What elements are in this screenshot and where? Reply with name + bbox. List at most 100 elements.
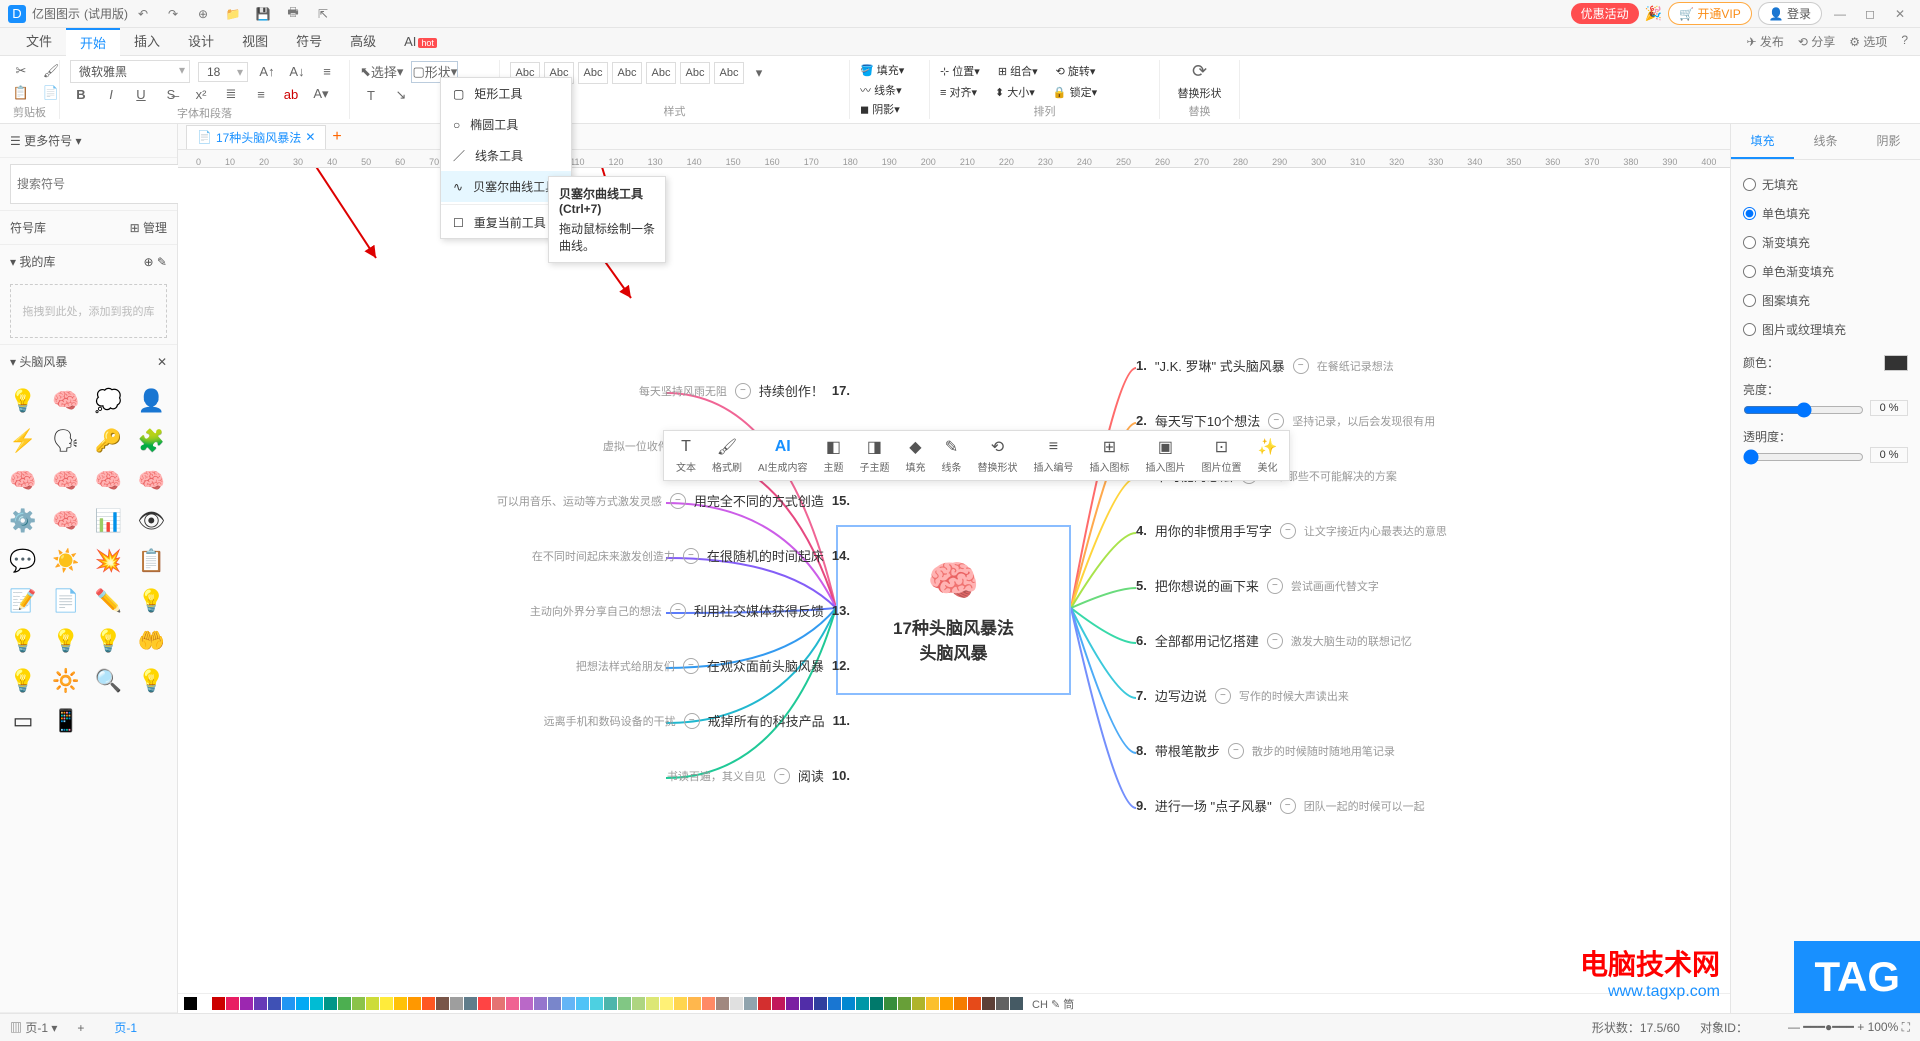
- rp-tab-阴影[interactable]: 阴影: [1857, 124, 1920, 159]
- color-swatch[interactable]: [254, 997, 267, 1010]
- float-插入编号[interactable]: ≡插入编号: [1025, 435, 1081, 476]
- menu-right-item[interactable]: ?: [1901, 33, 1908, 50]
- shape-item[interactable]: 🧩: [134, 424, 168, 458]
- color-swatch[interactable]: [884, 997, 897, 1010]
- promo-pill[interactable]: 优惠活动: [1571, 3, 1639, 24]
- font-shrink-icon[interactable]: A↓: [286, 61, 308, 83]
- color-swatch[interactable]: [674, 997, 687, 1010]
- rp-tab-填充[interactable]: 填充: [1731, 124, 1794, 159]
- font-size-select[interactable]: 18: [198, 62, 248, 82]
- color-swatch[interactable]: [786, 997, 799, 1010]
- text-tool-icon[interactable]: T: [360, 84, 382, 106]
- fill-option[interactable]: 单色填充: [1743, 199, 1908, 228]
- color-swatch[interactable]: [730, 997, 743, 1010]
- shape-item[interactable]: 🤲: [134, 624, 168, 658]
- menu-开始[interactable]: 开始: [66, 28, 120, 56]
- shape-item[interactable]: 💥: [92, 544, 126, 578]
- style-preset[interactable]: Abc: [714, 62, 744, 84]
- mindmap-node-left[interactable]: 10.阅读−书读百遍，其义自见: [667, 766, 850, 785]
- float-插入图标[interactable]: ⊞插入图标: [1081, 435, 1137, 476]
- color-swatch[interactable]: [324, 997, 337, 1010]
- color-swatch[interactable]: [660, 997, 673, 1010]
- shape-menu-item[interactable]: ○椭圆工具: [441, 109, 571, 140]
- fill-option[interactable]: 渐变填充: [1743, 228, 1908, 257]
- more-symbols[interactable]: 更多符号: [24, 134, 72, 148]
- line-spacing-icon[interactable]: ≡: [316, 61, 338, 83]
- shape-item[interactable]: 📄: [49, 584, 83, 618]
- color-swatch[interactable]: [632, 997, 645, 1010]
- section-close-icon[interactable]: ✕: [157, 355, 167, 369]
- open-icon[interactable]: 📁: [221, 2, 245, 26]
- float-填充[interactable]: ◆填充: [897, 435, 933, 476]
- close-icon[interactable]: ✕: [1888, 2, 1912, 26]
- strike-icon[interactable]: S̶: [160, 83, 182, 105]
- menu-right-item[interactable]: ⚙ 选项: [1849, 33, 1887, 50]
- underline-icon[interactable]: U: [130, 83, 152, 105]
- color-swatch[interactable]: [226, 997, 239, 1010]
- mindmap-node-right[interactable]: 1."J.K. 罗琳" 式头脑风暴−在餐纸记录想法: [1136, 356, 1394, 375]
- mindmap-node-right[interactable]: 9.进行一场 "点子风暴"−团队一起的时候可以一起: [1136, 796, 1425, 815]
- shape-item[interactable]: ✏️: [92, 584, 126, 618]
- group-btn[interactable]: ⊞ 组合▾: [998, 63, 1038, 79]
- export-icon[interactable]: ⇱: [311, 2, 335, 26]
- color-swatch[interactable]: [996, 997, 1009, 1010]
- vip-button[interactable]: 🛒 开通VIP: [1668, 2, 1752, 25]
- fill-option[interactable]: 无填充: [1743, 170, 1908, 199]
- redo-icon[interactable]: ↷: [161, 2, 185, 26]
- replace-shape-icon[interactable]: ⟳: [1189, 60, 1211, 82]
- color-swatch[interactable]: [1010, 997, 1023, 1010]
- mindmap-node-right[interactable]: 5.把你想说的画下来−尝试画画代替文字: [1136, 576, 1379, 595]
- color-swatch[interactable]: [828, 997, 841, 1010]
- color-swatch[interactable]: [688, 997, 701, 1010]
- my-lib-label[interactable]: 我的库: [19, 255, 55, 269]
- mindmap-node-right[interactable]: 6.全部都用记忆搭建−激发大脑生动的联想记忆: [1136, 631, 1412, 650]
- color-swatch[interactable]: [352, 997, 365, 1010]
- shape-item[interactable]: ☀️: [49, 544, 83, 578]
- menu-视图[interactable]: 视图: [228, 28, 282, 56]
- shape-item[interactable]: 📱: [49, 704, 83, 738]
- color-swatch[interactable]: [436, 997, 449, 1010]
- mindmap-node-left[interactable]: 13.利用社交媒体获得反馈−主动向外界分享自己的想法: [530, 601, 850, 620]
- save-icon[interactable]: 💾: [251, 2, 275, 26]
- font-family-select[interactable]: 微软雅黑: [70, 60, 190, 83]
- shape-item[interactable]: 🔍: [92, 664, 126, 698]
- color-swatch[interactable]: [954, 997, 967, 1010]
- color-swatch[interactable]: [296, 997, 309, 1010]
- color-swatch[interactable]: [450, 997, 463, 1010]
- float-文本[interactable]: T文本: [668, 435, 704, 476]
- menu-设计[interactable]: 设计: [174, 28, 228, 56]
- tab-close-icon[interactable]: ✕: [305, 130, 315, 144]
- format-painter-icon[interactable]: 🖌: [40, 60, 62, 82]
- shapes-section-label[interactable]: 头脑风暴: [19, 355, 67, 369]
- mindmap-node-left[interactable]: 17.持续创作！−每天坚持风雨无阻: [639, 381, 850, 400]
- color-swatch[interactable]: [506, 997, 519, 1010]
- minimize-icon[interactable]: —: [1828, 2, 1852, 26]
- style-preset[interactable]: Abc: [578, 62, 608, 84]
- opacity-slider[interactable]: [1743, 449, 1864, 465]
- color-swatch[interactable]: [520, 997, 533, 1010]
- menu-right-item[interactable]: ✈ 发布: [1746, 33, 1783, 50]
- shape-item[interactable]: 🧠: [92, 464, 126, 498]
- color-swatch[interactable]: [870, 997, 883, 1010]
- connector-tool-icon[interactable]: ↘: [390, 84, 412, 106]
- color-swatch[interactable]: [842, 997, 855, 1010]
- color-swatch[interactable]: [898, 997, 911, 1010]
- shape-item[interactable]: 🧠: [49, 464, 83, 498]
- font-grow-icon[interactable]: A↑: [256, 61, 278, 83]
- align-btn[interactable]: ≡ 对齐▾: [940, 84, 977, 100]
- color-swatch[interactable]: [394, 997, 407, 1010]
- float-线条[interactable]: ✎线条: [933, 435, 969, 476]
- shape-item[interactable]: ⚡: [6, 424, 40, 458]
- new-icon[interactable]: ⊕: [191, 2, 215, 26]
- shape-item[interactable]: 💡: [92, 624, 126, 658]
- mindmap-node-left[interactable]: 14.在很随机的时间起床−在不同时间起床来激发创造力: [532, 546, 850, 565]
- color-swatch[interactable]: [814, 997, 827, 1010]
- mindmap-node-right[interactable]: 7.边写边说−写作的时候大声读出来: [1136, 686, 1349, 705]
- mindmap-node-right[interactable]: 4.用你的非惯用手写字−让文字接近内心最表达的意思: [1136, 521, 1447, 540]
- cut-icon[interactable]: ✂: [10, 60, 32, 82]
- bold-icon[interactable]: B: [70, 83, 92, 105]
- float-插入图片[interactable]: ▣插入图片: [1137, 435, 1193, 476]
- float-美化[interactable]: ✨美化: [1249, 435, 1285, 476]
- menu-right-item[interactable]: ⟲ 分享: [1798, 33, 1835, 50]
- undo-icon[interactable]: ↶: [131, 2, 155, 26]
